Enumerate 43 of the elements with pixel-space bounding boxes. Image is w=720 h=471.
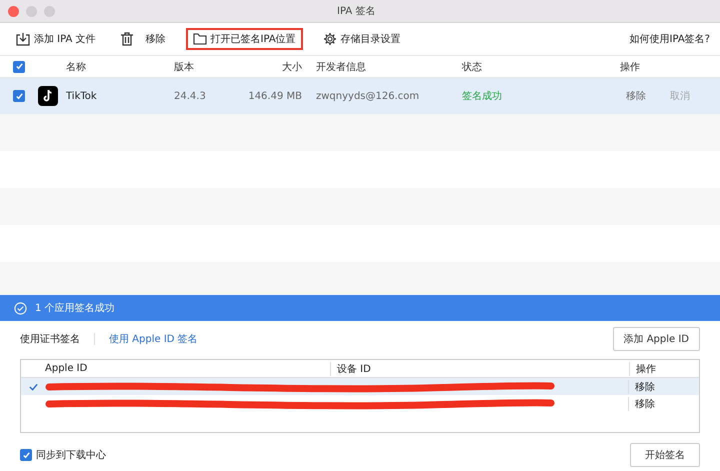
sign-tab[interactable]: 使用证书签名 bbox=[20, 332, 80, 346]
column-header: 操作 bbox=[619, 60, 641, 74]
add-apple-id-button[interactable]: 添加 Apple ID bbox=[612, 327, 700, 351]
developer-cell-text: zwqnyyds@126.com bbox=[315, 90, 420, 102]
folder-icon bbox=[192, 33, 207, 45]
sync-label: 同步到下载中心 bbox=[36, 448, 106, 462]
column-header: 开发者信息 bbox=[315, 60, 367, 74]
status-cell-text: 签名成功 bbox=[461, 90, 503, 103]
sync-checkbox[interactable] bbox=[20, 449, 32, 461]
remove-link[interactable]: 移除 bbox=[635, 382, 655, 392]
trash-icon bbox=[120, 32, 134, 46]
apple-id-row[interactable]: 移除 bbox=[21, 378, 699, 395]
apple-id-row[interactable]: 移除 bbox=[21, 395, 699, 412]
window-title: IPA 签名 bbox=[337, 5, 376, 18]
toolbar-button[interactable]: 打开已签名IPA位置 bbox=[186, 28, 303, 50]
help-link[interactable]: 如何使用IPA签名? bbox=[630, 32, 710, 46]
row-checkbox[interactable] bbox=[13, 90, 25, 102]
select-all-checkbox[interactable] bbox=[13, 60, 25, 72]
toolbar-button[interactable]: 添加 IPA 文件 bbox=[12, 29, 100, 49]
toolbar-button[interactable]: 移除 bbox=[116, 29, 170, 49]
check-icon bbox=[28, 382, 38, 390]
size-cell-text: 146.49 MB bbox=[247, 90, 302, 102]
column-header: 状态 bbox=[461, 60, 483, 74]
version-cell-text: 24.4.3 bbox=[173, 90, 207, 102]
column-header: 版本 bbox=[173, 60, 195, 74]
app-icon bbox=[38, 86, 58, 106]
settings-icon bbox=[322, 32, 337, 46]
app-name: TikTok bbox=[66, 90, 97, 102]
column-header: Apple ID bbox=[45, 363, 88, 374]
column-header: 名称 bbox=[65, 60, 87, 74]
remove-link[interactable]: 移除 bbox=[635, 398, 655, 410]
check-circle-icon bbox=[14, 302, 27, 314]
column-header: 操作 bbox=[629, 362, 699, 376]
toolbar-button[interactable]: 存储目录设置 bbox=[318, 29, 405, 49]
import-icon bbox=[16, 32, 30, 46]
close-button[interactable] bbox=[8, 6, 19, 16]
sign-tab[interactable]: 使用 Apple ID 签名 bbox=[109, 332, 198, 346]
column-header: 大小 bbox=[281, 60, 302, 74]
app-row[interactable]: TikTok 24.4.3 146.49 MB zwqnyyds@126.com 签名成功 移除 取消 bbox=[0, 78, 720, 114]
banner-text: 1 个应用签名成功 bbox=[35, 302, 115, 315]
remove-link[interactable]: 移除 bbox=[626, 89, 646, 103]
column-header: 设备 ID bbox=[330, 362, 629, 376]
start-button[interactable]: 开始签名 bbox=[630, 443, 700, 467]
